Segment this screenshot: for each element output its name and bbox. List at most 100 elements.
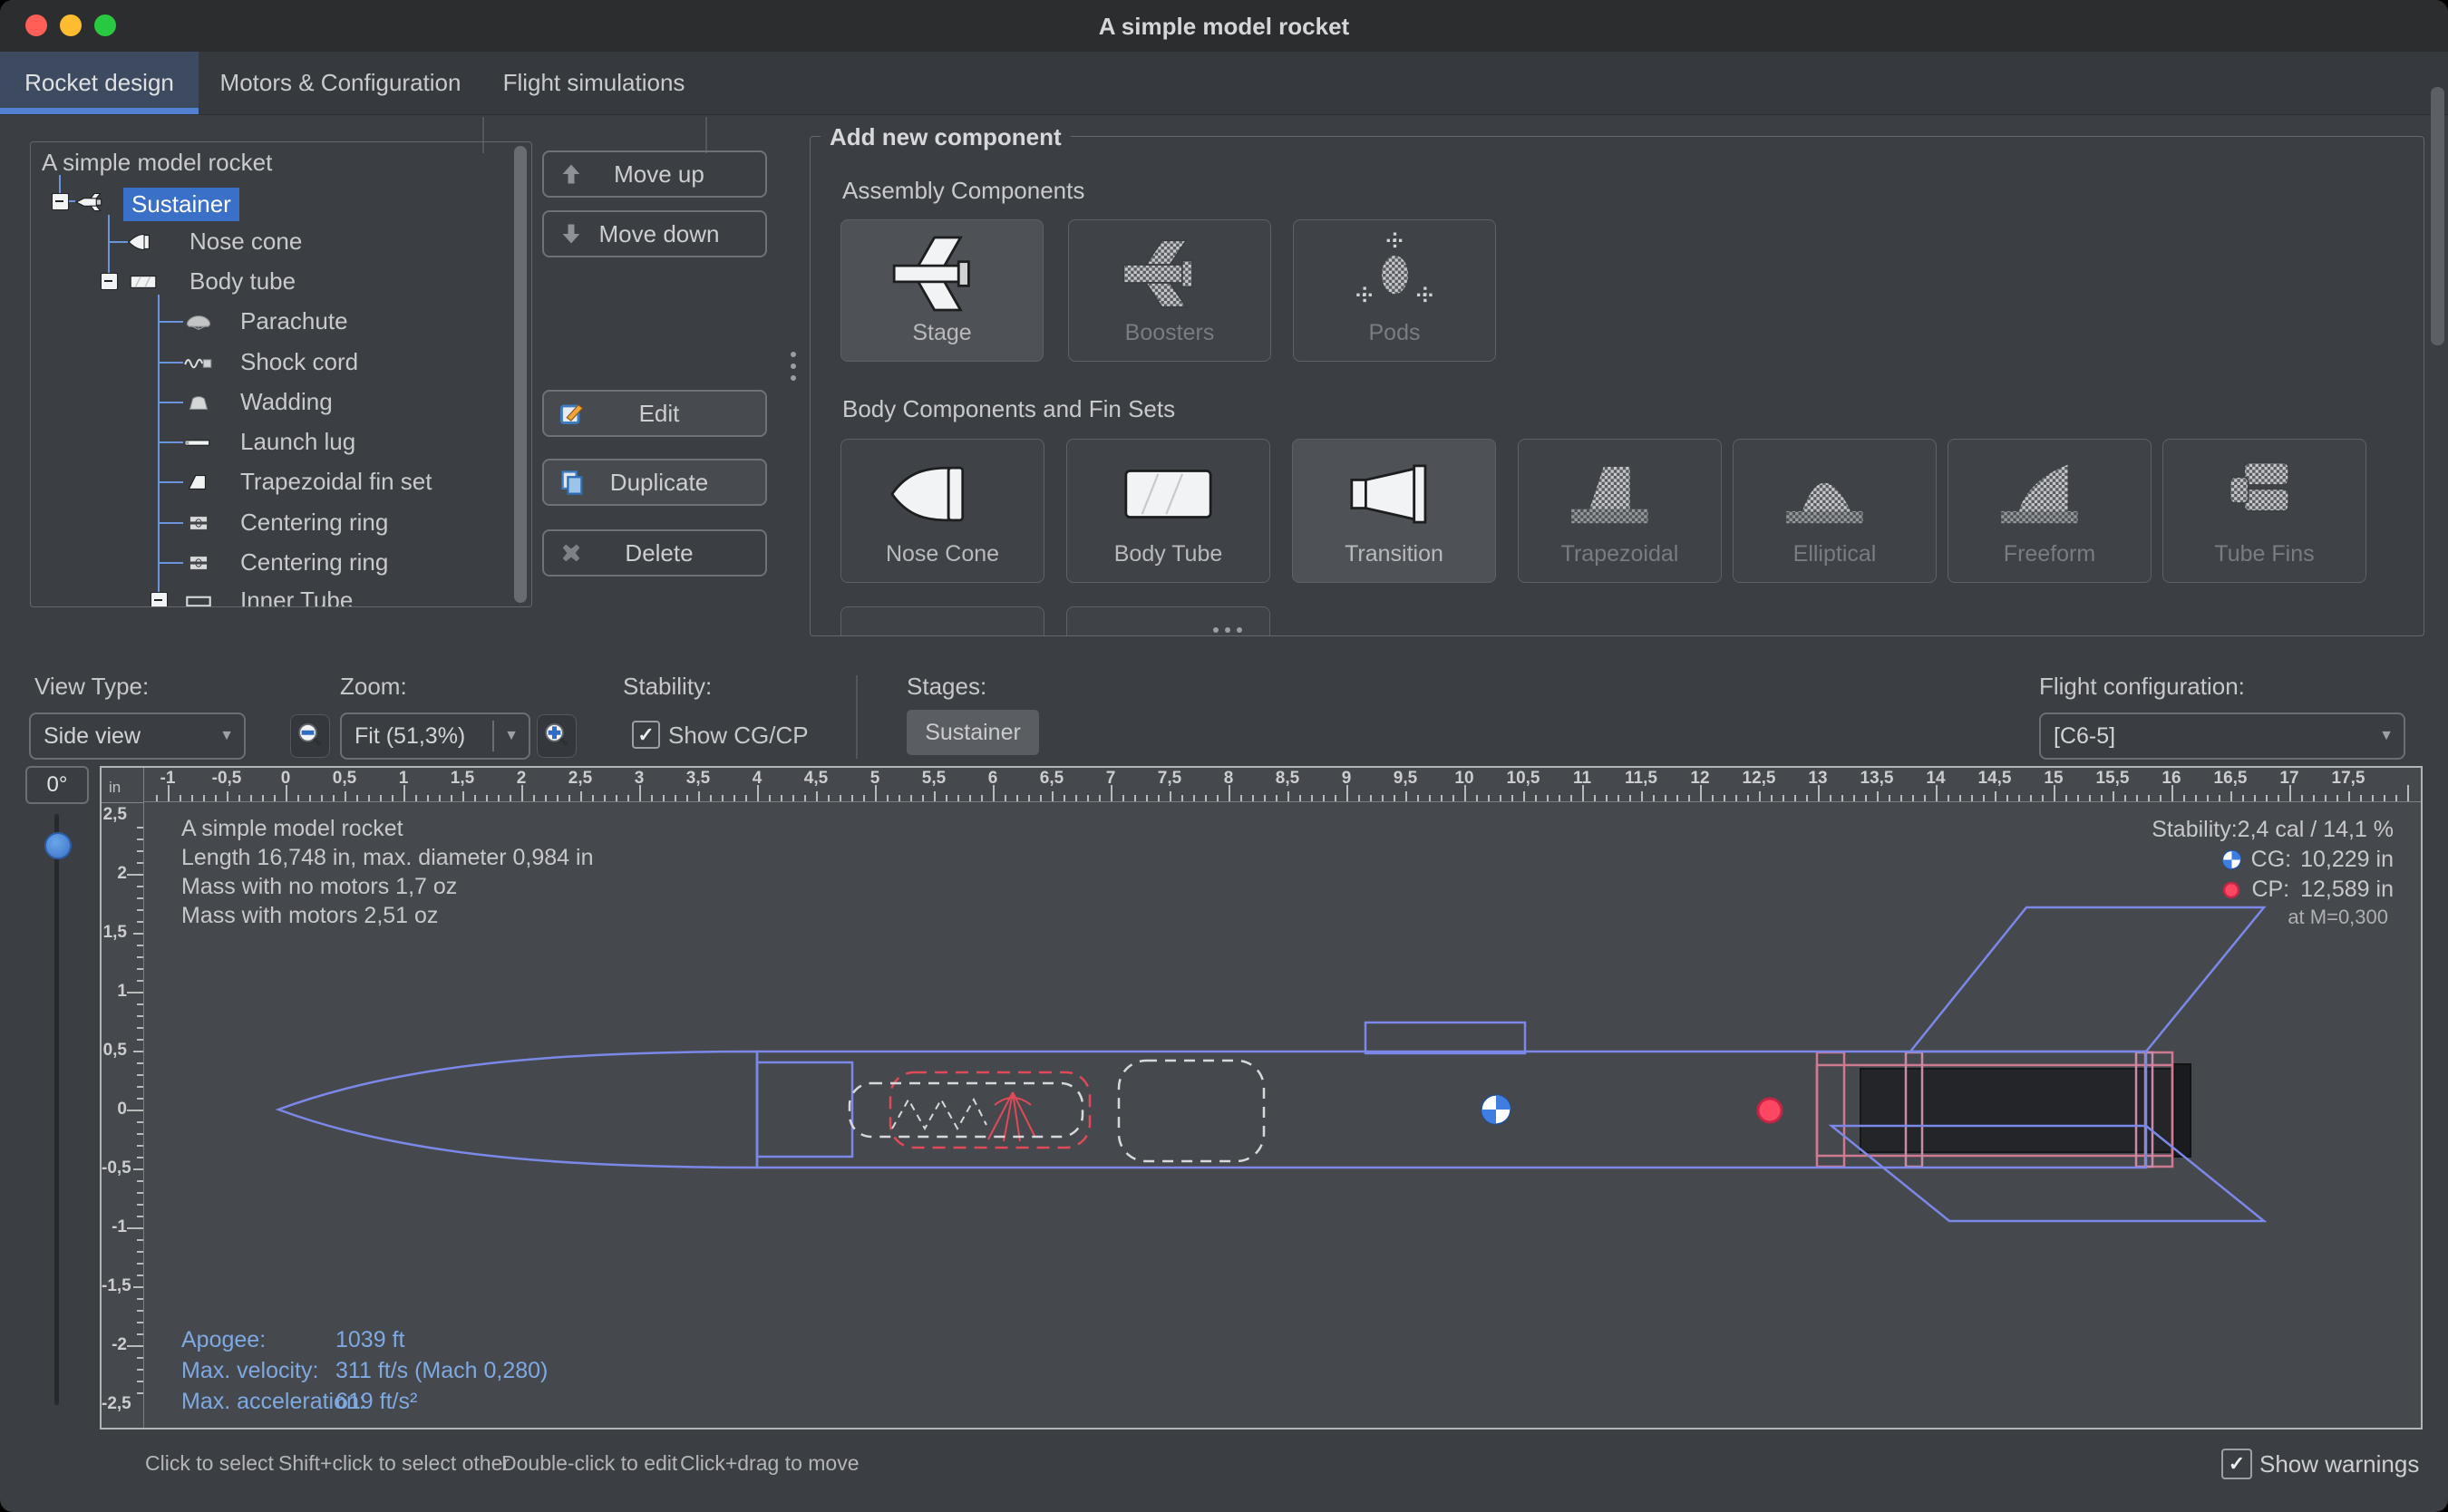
centeringring-icon [182, 552, 215, 574]
motor-cap-shape [2174, 1064, 2191, 1157]
tree-scrollbar[interactable] [514, 146, 527, 603]
boosters-icon [1109, 220, 1231, 320]
rocket-diagram[interactable] [102, 768, 2421, 1428]
show-warnings-checkbox[interactable]: ✓ [2221, 1449, 2252, 1479]
rocket-icon [74, 191, 107, 213]
rotation-angle-field[interactable]: 0° [25, 766, 89, 804]
card-label: Elliptical [1793, 541, 1877, 582]
tree-expander-icon[interactable] [101, 273, 118, 290]
arrow-down-icon [559, 220, 589, 247]
duplicate-icon [559, 469, 589, 496]
tree-item-label: Inner Tube [240, 586, 353, 607]
duplicate-button[interactable]: Duplicate [542, 459, 767, 506]
launch-lug-shape [1365, 1023, 1525, 1053]
flight-config-select[interactable]: [C6-5]▼ [2039, 712, 2405, 760]
show-warnings-label: Show warnings [2259, 1450, 2419, 1478]
edit-button[interactable]: Edit [542, 390, 767, 437]
centeringring-icon [182, 512, 215, 534]
hint-double-click: Double-click to edit [501, 1451, 677, 1476]
stage-icon [881, 220, 1004, 320]
divider-handle-icon[interactable] [1213, 627, 1242, 633]
wadding-shape [1119, 1061, 1264, 1161]
delete-button[interactable]: Delete [542, 529, 767, 577]
stages-label: Stages: [907, 673, 986, 701]
view-type-select[interactable]: Side view▼ [29, 712, 246, 760]
delete-icon [559, 539, 589, 567]
move-down-button[interactable]: Move down [542, 210, 767, 257]
tab-separator [705, 117, 707, 153]
tree-item-body-tube[interactable]: Body tube [31, 266, 520, 298]
add-nose-cone-button[interactable]: Nose Cone [840, 439, 1044, 583]
tree-item-label: Parachute [240, 307, 348, 335]
tab-flight-simulations[interactable]: Flight simulations [482, 52, 705, 114]
hint-shift-click: Shift+click to select other [278, 1451, 510, 1476]
card-label: Freeform [2004, 541, 2095, 582]
pods-icon [1334, 220, 1456, 320]
button-label: Delete [589, 539, 729, 567]
add-transition-button[interactable]: Transition [1292, 439, 1496, 583]
controls-separator [856, 675, 858, 759]
rocket-drawing-canvas[interactable]: in -1-0,500,511,522,533,544,555,566,577,… [100, 766, 2423, 1430]
tree-item-label: Nose cone [189, 228, 302, 256]
shock-cord-shape [850, 1061, 1264, 1161]
tab-bar: Rocket design Motors & Configuration Fli… [0, 52, 2448, 115]
tree-item-wadding[interactable]: Wadding [31, 386, 520, 419]
freeform-icon [1988, 440, 2111, 541]
hint-click-drag: Click+drag to move [680, 1451, 860, 1476]
elliptical-icon [1773, 440, 1896, 541]
button-label: Move down [589, 220, 729, 248]
tab-motors-configuration[interactable]: Motors & Configuration [199, 52, 482, 114]
add-pods-button: Pods [1293, 219, 1496, 362]
titlebar: A simple model rocket [0, 0, 2448, 52]
app-window: A simple model rocket Rocket design Moto… [0, 0, 2448, 1512]
card-label: Pods [1369, 320, 1421, 361]
stability-label: Stability: [623, 673, 712, 701]
tree-expander-icon[interactable] [151, 592, 168, 607]
add-body-tube-button[interactable]: Body Tube [1066, 439, 1270, 583]
add-component-button-partial[interactable] [840, 606, 1044, 636]
tree-item-trapezoidal-fin-set[interactable]: Trapezoidal fin set [31, 466, 520, 499]
zoom-select[interactable]: Fit (51,3%)▼ [340, 712, 530, 760]
card-label: Trapezoidal [1561, 541, 1679, 582]
tree-item-launch-lug[interactable]: Launch lug [31, 426, 520, 459]
tab-rocket-design[interactable]: Rocket design [0, 52, 199, 114]
move-up-button[interactable]: Move up [542, 150, 767, 198]
tree-item-centering-ring[interactable]: Centering ring [31, 507, 520, 539]
arrow-up-icon [559, 160, 589, 188]
tree-expander-icon[interactable] [52, 193, 69, 210]
rotation-slider-track[interactable] [54, 814, 59, 1405]
zoom-in-button[interactable] [537, 714, 577, 758]
magnifier-minus-icon [296, 722, 324, 750]
tree-item-nose-cone[interactable]: Nose cone [31, 226, 520, 258]
transition-icon [1333, 440, 1455, 541]
show-cgcp-checkbox[interactable]: ✓ [632, 721, 660, 749]
tree-root-item[interactable]: A simple model rocket [42, 146, 531, 179]
rotation-slider-knob[interactable] [44, 832, 72, 859]
add-stage-button[interactable]: Stage [840, 219, 1044, 362]
tree-item-inner-tube[interactable]: Inner Tube [31, 585, 520, 607]
splitter-handle-icon[interactable] [791, 352, 796, 381]
stage-toggle-sustainer[interactable]: Sustainer [907, 710, 1039, 755]
button-label: Edit [589, 400, 729, 428]
fin-top-shape [1910, 907, 2264, 1052]
motor-shape [1860, 1069, 2189, 1152]
tree-item-parachute[interactable]: Parachute [31, 305, 520, 338]
card-label: Nose Cone [886, 541, 999, 582]
shockcord-icon [182, 352, 215, 373]
flight-config-label: Flight configuration: [2039, 673, 2245, 701]
nose-shoulder-shape [757, 1062, 852, 1157]
bodytube-big-icon [1107, 440, 1229, 541]
tree-item-label: Launch lug [240, 428, 355, 456]
panel-scrollbar[interactable] [2431, 87, 2444, 345]
show-cgcp-label: Show CG/CP [668, 722, 809, 750]
button-label: Duplicate [589, 469, 729, 497]
tree-item-sustainer[interactable]: Sustainer [31, 186, 520, 218]
tree-item-label: Wadding [240, 388, 333, 416]
add-boosters-button: Boosters [1068, 219, 1271, 362]
trapezoidal-icon [1559, 440, 1681, 541]
add-trapezoidal-button: Trapezoidal [1518, 439, 1722, 583]
tree-item-shock-cord[interactable]: Shock cord [31, 346, 520, 379]
tree-item-centering-ring[interactable]: Centering ring [31, 547, 520, 579]
zoom-out-button[interactable] [290, 714, 330, 758]
card-label: Transition [1345, 541, 1443, 582]
